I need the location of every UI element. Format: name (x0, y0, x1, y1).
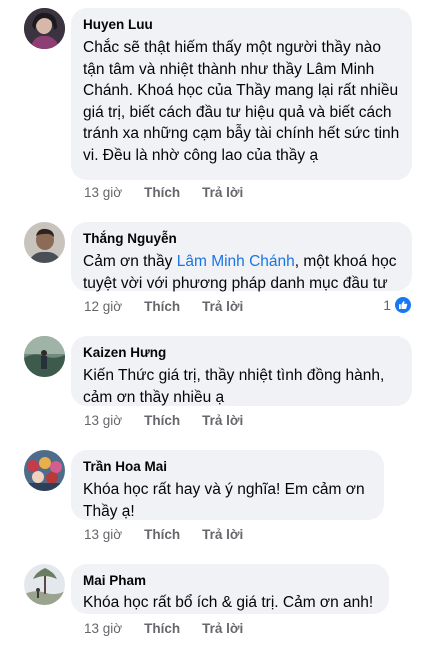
comment-text: Cảm ơn thầy Lâm Minh Chánh, một khoá học… (83, 251, 400, 294)
comment-actions: 13 giờ Thích Trả lời (84, 621, 265, 636)
comment-text: Khóa học rất bổ ích & giá trị. Cảm ơn an… (83, 594, 374, 611)
like-icon (395, 297, 411, 313)
reaction-summary[interactable]: 1 (383, 297, 411, 313)
comment-time[interactable]: 13 giờ (84, 413, 122, 428)
reply-button[interactable]: Trả lời (202, 527, 243, 542)
avatar[interactable] (24, 8, 65, 49)
comment-author[interactable]: Mai Pham (83, 572, 377, 590)
comment-time[interactable]: 13 giờ (84, 185, 122, 200)
comment-author[interactable]: Trần Hoa Mai (83, 458, 372, 476)
comment-bubble: Huyen Luu Chắc sẽ thật hiếm thấy một ngư… (71, 8, 412, 180)
avatar[interactable] (24, 564, 65, 605)
avatar[interactable] (24, 222, 65, 263)
comment-author[interactable]: Kaizen Hưng (83, 344, 400, 362)
reaction-count: 1 (383, 297, 391, 313)
comment-bubble: Thắng Nguyễn Cảm ơn thầy Lâm Minh Chánh,… (71, 222, 412, 294)
comment-bubble: Kaizen Hưng Kiến Thức giá trị, thầy nhiệ… (71, 336, 412, 406)
comment-time[interactable]: 13 giờ (84, 527, 122, 542)
comment-actions: 13 giờ Thích Trả lời (84, 527, 265, 542)
mention-link[interactable]: Lâm Minh Chánh (177, 253, 295, 270)
avatar[interactable] (24, 450, 65, 491)
comment-author[interactable]: Huyen Luu (83, 16, 400, 34)
like-button[interactable]: Thích (144, 527, 180, 542)
like-button[interactable]: Thích (144, 299, 180, 314)
comment-time[interactable]: 12 giờ (84, 299, 122, 314)
comment-text-prefix: Cảm ơn thầy (83, 253, 177, 270)
comment-bubble: Trần Hoa Mai Khóa học rất hay và ý nghĩa… (71, 450, 384, 520)
like-button[interactable]: Thích (144, 185, 180, 200)
reply-button[interactable]: Trả lời (202, 185, 243, 200)
comment-actions: 13 giờ Thích Trả lời (84, 185, 265, 200)
comment-actions: 12 giờ Thích Trả lời (84, 299, 265, 314)
comment-actions: 13 giờ Thích Trả lời (84, 413, 265, 428)
reply-button[interactable]: Trả lời (202, 413, 243, 428)
like-button[interactable]: Thích (144, 621, 180, 636)
comment-bubble: Mai Pham Khóa học rất bổ ích & giá trị. … (71, 564, 389, 614)
comment-author[interactable]: Thắng Nguyễn (83, 230, 400, 248)
comment-text: Chắc sẽ thật hiếm thấy một người thầy nà… (83, 39, 400, 164)
like-button[interactable]: Thích (144, 413, 180, 428)
reply-button[interactable]: Trả lời (202, 299, 243, 314)
reply-button[interactable]: Trả lời (202, 621, 243, 636)
comment-text: Khóa học rất hay và ý nghĩa! Em cảm ơn T… (83, 481, 365, 520)
comment-time[interactable]: 13 giờ (84, 621, 122, 636)
avatar[interactable] (24, 336, 65, 377)
comment-text: Kiến Thức giá trị, thầy nhiệt tình đồng … (83, 367, 385, 406)
